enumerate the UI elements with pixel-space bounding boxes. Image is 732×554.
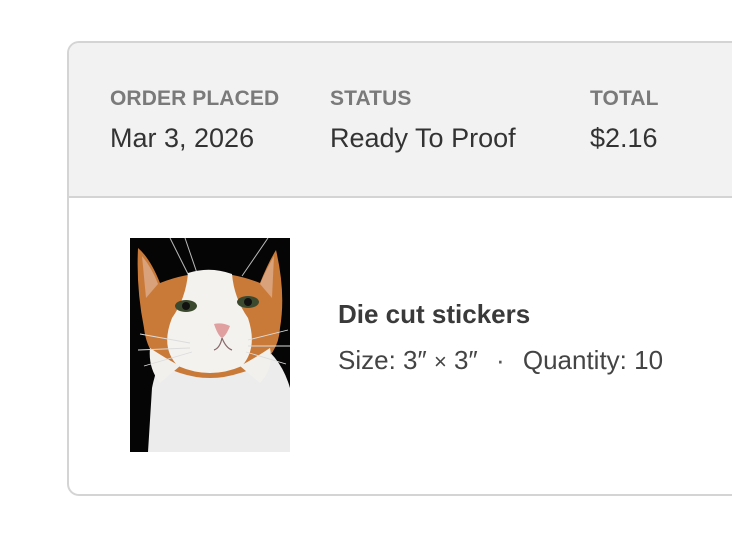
order-total-value: $2.16 [590,123,658,153]
order-status-value: Ready To Proof [330,123,516,153]
product-thumbnail[interactable] [130,238,290,452]
spec-separator: · [495,345,505,375]
size-height: 3″ [454,345,478,375]
product-name[interactable]: Die cut stickers [338,299,530,330]
size-times: × [433,349,447,374]
quantity-value: 10 [634,345,664,375]
order-status-label: STATUS [330,87,412,110]
order-total-label: TOTAL [590,87,659,110]
order-card: ORDER PLACED Mar 3, 2026 STATUS Ready To… [67,41,732,496]
order-summary-header: ORDER PLACED Mar 3, 2026 STATUS Ready To… [69,43,732,198]
cat-photo-icon [130,238,290,452]
quantity-label: Quantity: [522,345,627,375]
order-placed-label: ORDER PLACED [110,87,280,110]
size-label: Size: [338,345,396,375]
order-item: Die cut stickers Size: 3″ × 3″ · Quantit… [69,198,732,494]
product-spec: Size: 3″ × 3″ · Quantity: 10 [338,345,663,376]
order-placed-date: Mar 3, 2026 [110,123,255,153]
size-width: 3″ [403,345,427,375]
